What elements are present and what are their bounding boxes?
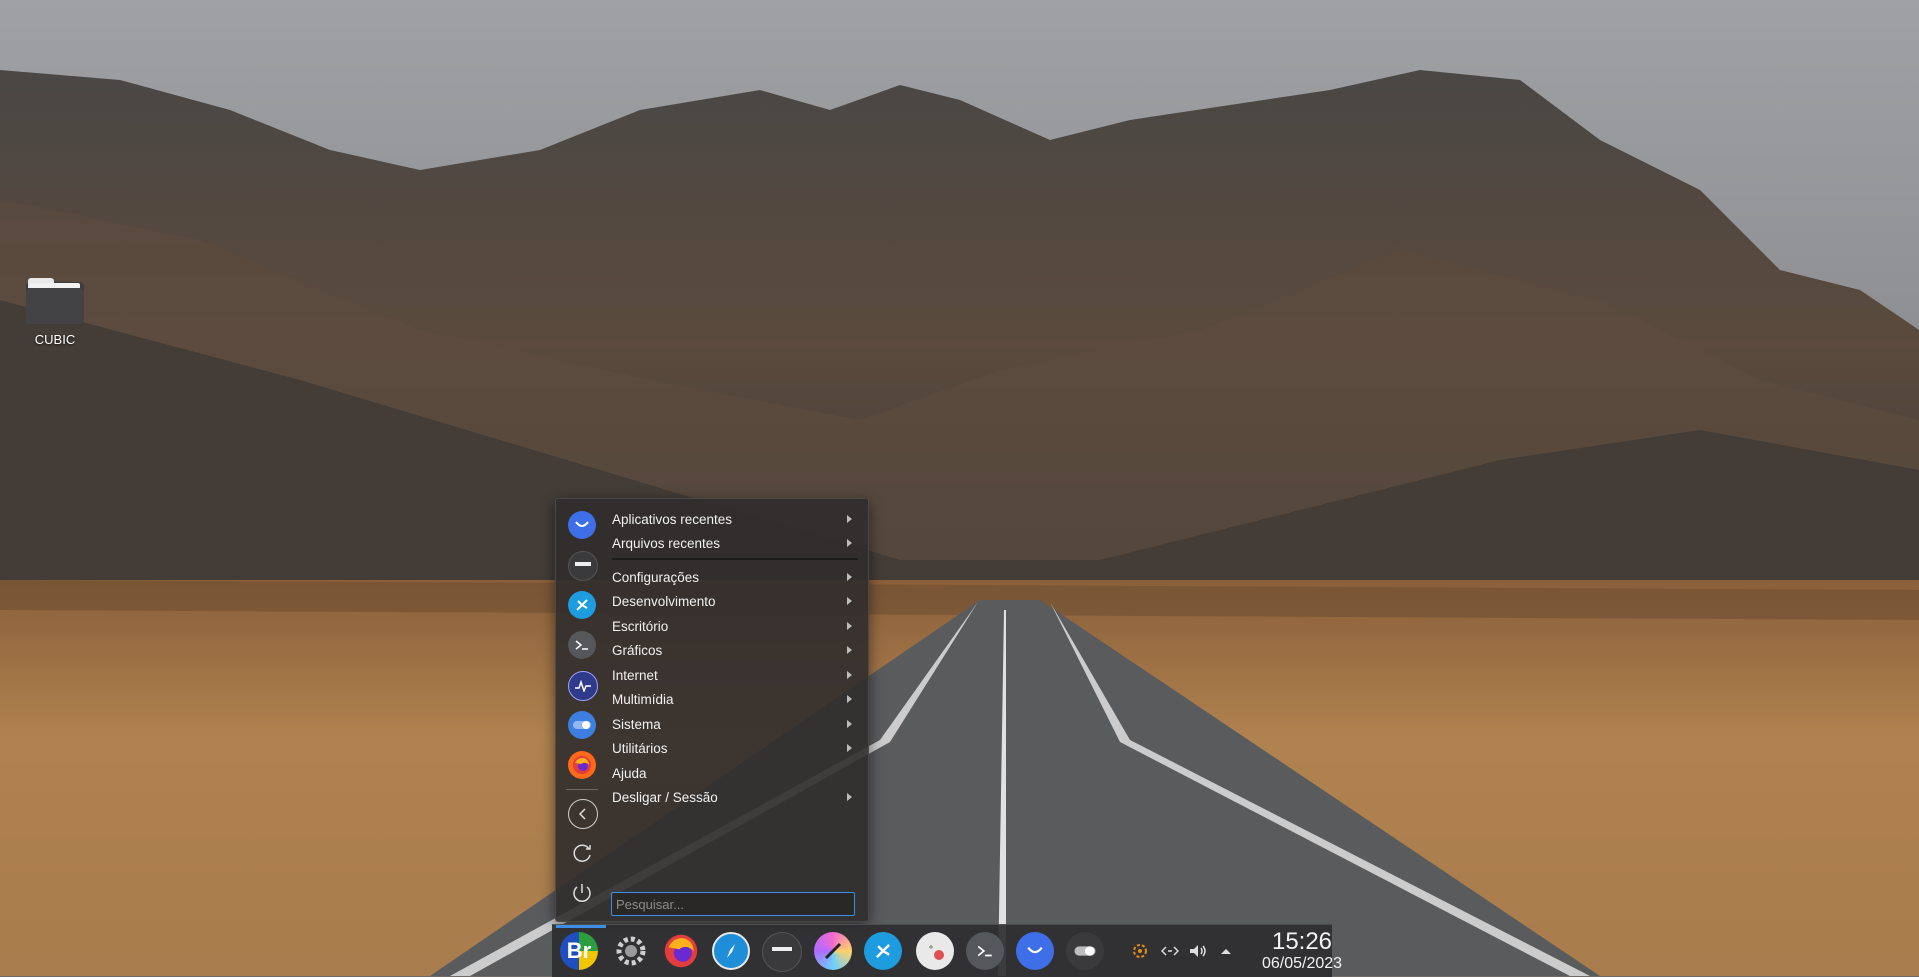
active-indicator (556, 925, 606, 928)
menu-item-internet[interactable]: Internet (612, 663, 856, 687)
chevron-right-icon (847, 744, 852, 752)
menu-item-label: Configurações (612, 569, 700, 585)
folder-icon (26, 278, 84, 324)
clock-app-icon[interactable] (916, 932, 954, 970)
menu-item-development[interactable]: Desenvolvimento (612, 589, 856, 613)
menu-item-label: Escritório (612, 618, 669, 634)
menu-item-label: Desligar / Sessão (612, 789, 718, 805)
back-icon[interactable] (568, 799, 598, 829)
menu-item-label: Desenvolvimento (612, 593, 716, 609)
clock-time: 15:26 (1271, 928, 1333, 955)
gear-app-icon[interactable] (612, 932, 650, 970)
desktop-folder-cubic[interactable]: CUBIC (22, 278, 88, 347)
browser-compass-icon[interactable] (712, 932, 750, 970)
expand-tray-icon[interactable] (1216, 941, 1236, 961)
update-icon[interactable] (1130, 941, 1150, 961)
chevron-right-icon (847, 515, 852, 523)
menu-item-graphics[interactable]: Gráficos (612, 638, 856, 662)
blue-circle-app-icon[interactable] (568, 511, 596, 539)
menu-item-multimedia[interactable]: Multimídia (612, 687, 856, 711)
menu-item-settings[interactable]: Configurações (612, 565, 856, 589)
power-icon[interactable] (568, 879, 596, 907)
file-manager-icon[interactable] (568, 551, 598, 581)
menu-item-label: Multimídia (612, 691, 674, 707)
menu-item-help[interactable]: Ajuda (612, 761, 856, 785)
firefox-icon[interactable] (568, 751, 596, 779)
menu-item-label: Sistema (612, 716, 661, 732)
volume-icon[interactable] (1188, 941, 1208, 961)
chevron-right-icon (847, 597, 852, 605)
monitor-app-icon[interactable] (568, 671, 598, 701)
chevron-right-icon (847, 793, 852, 801)
menu-item-logout[interactable]: Desligar / Sessão (612, 785, 856, 809)
menu-favorites-column (556, 499, 606, 921)
toggle-app-icon[interactable] (568, 711, 596, 739)
menu-search-input[interactable] (611, 892, 855, 916)
chevron-right-icon (847, 695, 852, 703)
firefox-icon[interactable] (662, 932, 700, 970)
settings-app-icon[interactable] (568, 591, 596, 619)
menu-separator (612, 558, 858, 560)
menu-item-recent-apps[interactable]: Aplicativos recentes (612, 507, 856, 531)
settings-app-icon[interactable] (864, 932, 902, 970)
menu-item-utilities[interactable]: Utilitários (612, 736, 856, 760)
start-menu-logo[interactable]: Br (560, 932, 598, 970)
refresh-icon[interactable] (568, 839, 596, 867)
taskbar-clock[interactable]: 15:26 06/05/2023 (1262, 929, 1342, 973)
terminal-icon[interactable] (568, 631, 596, 659)
menu-item-office[interactable]: Escritório (612, 614, 856, 638)
menu-item-label: Aplicativos recentes (612, 511, 733, 527)
menu-item-system[interactable]: Sistema (612, 712, 856, 736)
clock-date: 06/05/2023 (1262, 955, 1343, 972)
chevron-right-icon (847, 539, 852, 547)
terminal-icon[interactable] (966, 932, 1004, 970)
menu-item-label: Ajuda (612, 765, 647, 781)
chevron-right-icon (847, 622, 852, 630)
menu-item-recent-files[interactable]: Arquivos recentes (612, 531, 856, 555)
desktop-wallpaper (0, 0, 1919, 976)
toggle-app-icon[interactable] (1066, 932, 1104, 970)
paint-app-icon[interactable] (814, 932, 852, 970)
menu-item-label: Utilitários (612, 740, 668, 756)
chevron-right-icon (847, 720, 852, 728)
blue-circle-app-icon[interactable] (1016, 932, 1054, 970)
chevron-right-icon (847, 573, 852, 581)
chevron-right-icon (847, 646, 852, 654)
menu-item-label: Internet (612, 667, 658, 683)
chevron-right-icon (847, 671, 852, 679)
application-menu: Aplicativos recentes Arquivos recentes C… (555, 498, 869, 922)
desktop-icon-label: CUBIC (34, 332, 76, 347)
file-manager-icon[interactable] (762, 932, 802, 972)
menu-item-label: Arquivos recentes (612, 535, 721, 551)
menu-item-label: Gráficos (612, 642, 663, 658)
wallpaper-landscape (0, 0, 1919, 976)
network-icon[interactable] (1160, 941, 1180, 961)
taskbar: Br 15:26 06/05/2023 (552, 924, 1342, 977)
